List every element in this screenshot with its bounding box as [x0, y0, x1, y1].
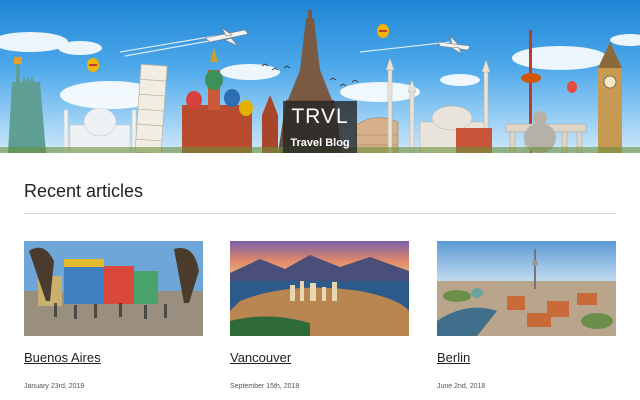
- article-date: January 23rd, 2019: [24, 383, 85, 390]
- hero-banner: TRVL Travel Blog: [0, 0, 640, 153]
- brand-tagline: Travel Blog: [290, 137, 350, 149]
- article-title-link[interactable]: Vancouver: [230, 350, 291, 365]
- article-card-buenos-aires: Buenos Aires January 23rd, 2019: [24, 241, 203, 390]
- article-card-vancouver: Vancouver September 15th, 2018: [230, 241, 409, 390]
- section-title: Recent articles: [24, 181, 144, 201]
- article-card-berlin: Berlin June 2nd, 2018: [437, 241, 616, 390]
- site-logo[interactable]: TRVL Travel Blog: [283, 101, 357, 153]
- article-title-link[interactable]: Berlin: [437, 350, 470, 365]
- article-image-vancouver[interactable]: [230, 241, 409, 336]
- article-date: June 2nd, 2018: [437, 383, 486, 390]
- article-date: September 15th, 2018: [230, 383, 300, 390]
- article-image-berlin[interactable]: [437, 241, 616, 336]
- article-image-buenos-aires[interactable]: [24, 241, 203, 336]
- section-divider: [24, 213, 616, 214]
- brand-name: TRVL: [291, 105, 349, 128]
- article-title-link[interactable]: Buenos Aires: [24, 350, 101, 365]
